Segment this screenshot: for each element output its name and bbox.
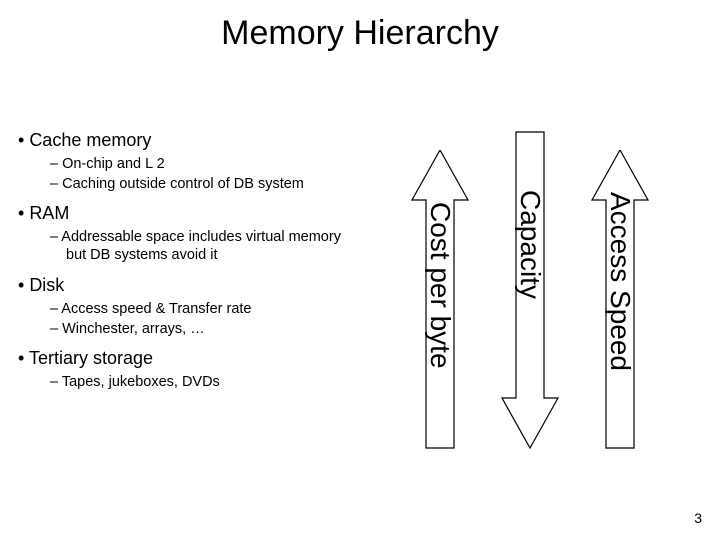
bullet-list: Cache memory On-chip and L 2 Caching out… [18,130,358,401]
arrows-diagram: Cost per byte Capacity Access Speed [390,150,700,460]
bullet-ram: RAM [18,203,358,224]
slide-title: Memory Hierarchy [0,0,720,53]
bullet-cache: Cache memory [18,130,358,151]
arrow-speed: Access Speed [590,150,650,450]
sub-bullet: Access speed & Transfer rate [50,300,358,318]
bullet-tertiary: Tertiary storage [18,348,358,369]
arrow-label-capacity: Capacity [514,190,546,299]
sub-bullet: Addressable space includes virtual memor… [50,228,358,264]
arrow-label-cost: Cost per byte [424,202,456,369]
sub-bullet: Caching outside control of DB system [50,175,358,193]
sub-bullet: On-chip and L 2 [50,155,358,173]
arrow-cost: Cost per byte [410,150,470,450]
arrow-label-speed: Access Speed [604,192,636,371]
sub-bullet: Winchester, arrays, … [50,320,358,338]
page-number: 3 [694,510,702,526]
bullet-disk: Disk [18,275,358,296]
sub-bullet: Tapes, jukeboxes, DVDs [50,373,358,391]
arrow-capacity: Capacity [500,130,560,450]
